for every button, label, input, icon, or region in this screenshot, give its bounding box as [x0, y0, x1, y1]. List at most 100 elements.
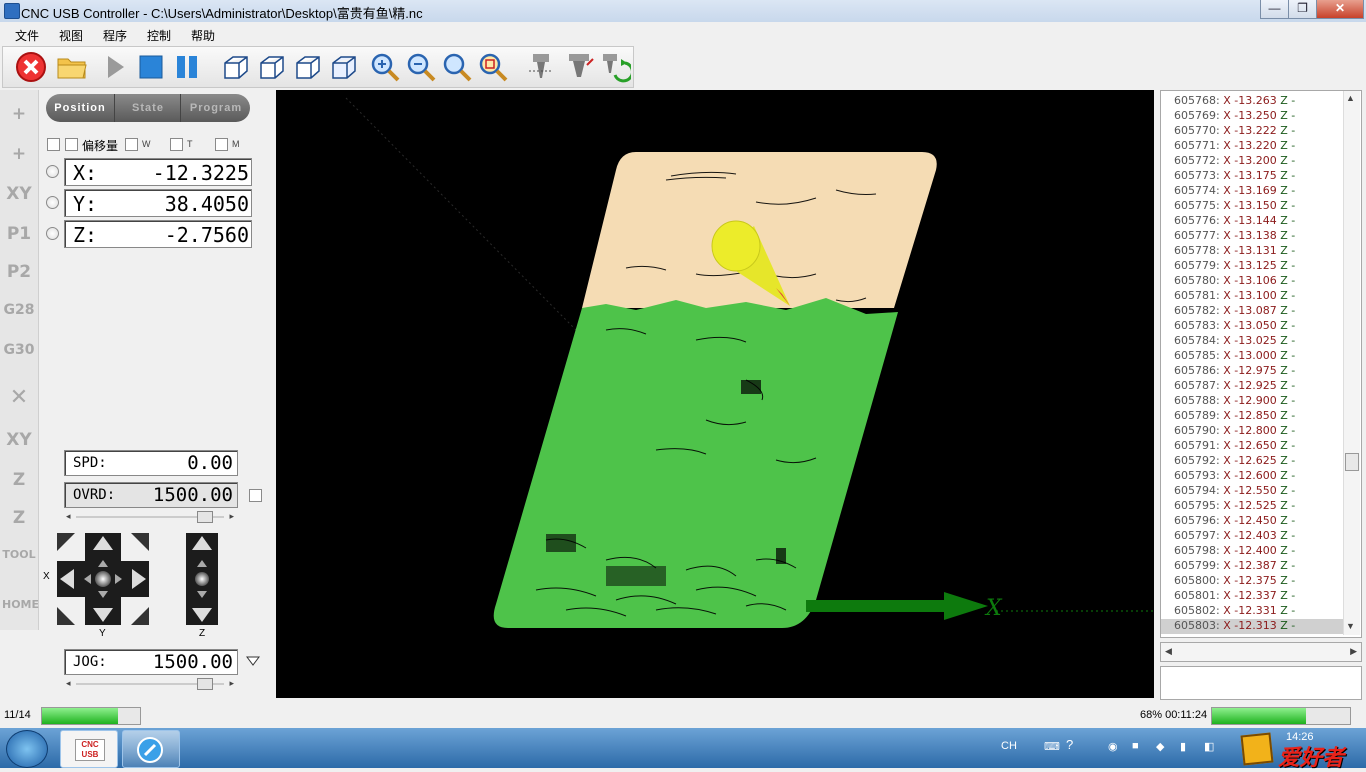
go-p2-button[interactable]: P2	[2, 262, 36, 282]
open-folder-icon[interactable]	[56, 51, 88, 83]
start-button[interactable]	[6, 730, 48, 768]
view-iso-icon[interactable]	[219, 51, 251, 83]
input-language[interactable]: CH	[1001, 740, 1017, 752]
g30-button[interactable]: G30	[2, 342, 36, 358]
gcode-line[interactable]: 605799: X -12.387 Z -	[1174, 559, 1295, 574]
gcode-line[interactable]: 605780: X -13.106 Z -	[1174, 274, 1295, 289]
tool-icon[interactable]	[563, 51, 595, 83]
jog-slider-thumb[interactable]	[196, 678, 213, 690]
go-zero-z-button[interactable]: Z	[2, 508, 36, 528]
gcode-line[interactable]: 605790: X -12.800 Z -	[1174, 424, 1295, 439]
override-field[interactable]: OVRD: 1500.00	[64, 482, 238, 508]
scroll-down-icon[interactable]: ▼	[1346, 621, 1355, 631]
gcode-line[interactable]: 605774: X -13.169 Z -	[1174, 184, 1295, 199]
gcode-line[interactable]: 605777: X -13.138 Z -	[1174, 229, 1295, 244]
gcode-line[interactable]: 605795: X -12.525 Z -	[1174, 499, 1295, 514]
jog-plus-button-2[interactable]: +	[2, 144, 36, 164]
gcode-line[interactable]: 605776: X -13.144 Z -	[1174, 214, 1295, 229]
gcode-line[interactable]: 605784: X -13.025 Z -	[1174, 334, 1295, 349]
hscroll-left-icon[interactable]: ◀	[1165, 646, 1172, 657]
cancel-move-button[interactable]: ✕	[2, 385, 36, 410]
gcode-line[interactable]: 605801: X -12.337 Z -	[1174, 589, 1295, 604]
override-slider[interactable]: ◂ ▸	[64, 511, 236, 523]
gcode-line[interactable]: 605792: X -12.625 Z -	[1174, 454, 1295, 469]
z-axis-radio[interactable]	[46, 227, 59, 240]
slider-right-arrow-icon[interactable]: ▸	[229, 511, 234, 522]
jog-z-pad[interactable]	[186, 533, 218, 625]
gcode-line[interactable]: 605785: X -13.000 Z -	[1174, 349, 1295, 364]
x-position-field[interactable]: X: -12.3225	[64, 158, 252, 186]
refresh-icon[interactable]	[599, 51, 631, 83]
gcode-line[interactable]: 605782: X -13.087 Z -	[1174, 304, 1295, 319]
z-position-field[interactable]: Z: -2.7560	[64, 220, 252, 248]
tray-network-icon[interactable]: ▮	[1180, 740, 1186, 753]
tray-shield-icon[interactable]: ◆	[1156, 740, 1164, 753]
minimize-button[interactable]: —	[1260, 0, 1289, 19]
gcode-line[interactable]: 605773: X -13.175 Z -	[1174, 169, 1295, 184]
spindle-speed-field[interactable]: SPD: 0.00	[64, 450, 238, 476]
stop-square-icon[interactable]	[135, 51, 167, 83]
gcode-line[interactable]: 605794: X -12.550 Z -	[1174, 484, 1295, 499]
taskbar-app-browser[interactable]	[122, 730, 180, 768]
title-bar[interactable]: CNC USB Controller - C:\Users\Administra…	[0, 0, 1366, 22]
go-p1-button[interactable]: P1	[2, 224, 36, 244]
y-position-field[interactable]: Y: 38.4050	[64, 189, 252, 217]
gcode-line[interactable]: 605796: X -12.450 Z -	[1174, 514, 1295, 529]
gcode-line[interactable]: 605786: X -12.975 Z -	[1174, 364, 1295, 379]
menu-control[interactable]: 控制	[147, 27, 171, 44]
close-button[interactable]: ✕	[1316, 0, 1364, 19]
gcode-horizontal-scrollbar[interactable]: ◀ ▶	[1160, 642, 1362, 662]
gcode-line[interactable]: 605797: X -12.403 Z -	[1174, 529, 1295, 544]
zoom-in-icon[interactable]	[369, 51, 401, 83]
gcode-line[interactable]: 605798: X -12.400 Z -	[1174, 544, 1295, 559]
gcode-line[interactable]: 605781: X -13.100 Z -	[1174, 289, 1295, 304]
gcode-line[interactable]: 605793: X -12.600 Z -	[1174, 469, 1295, 484]
jog-mode-dropdown-icon[interactable]	[246, 656, 260, 666]
tab-position[interactable]: Position	[46, 94, 114, 122]
jog-slider[interactable]: ◂ ▸	[64, 678, 236, 690]
gcode-line[interactable]: 605778: X -13.131 Z -	[1174, 244, 1295, 259]
zero-z-button[interactable]: Z	[2, 470, 36, 490]
stop-icon[interactable]	[15, 51, 47, 83]
scroll-thumb[interactable]	[1345, 453, 1359, 471]
gcode-line[interactable]: 605800: X -12.375 Z -	[1174, 574, 1295, 589]
tray-volume-icon[interactable]: ◧	[1204, 740, 1214, 753]
view-top-icon[interactable]	[327, 51, 359, 83]
taskbar-app-cnc[interactable]: CNC USB	[60, 730, 118, 768]
hscroll-right-icon[interactable]: ▶	[1350, 646, 1357, 657]
gcode-line[interactable]: 605791: X -12.650 Z -	[1174, 439, 1295, 454]
gcode-line[interactable]: 605783: X -13.050 Z -	[1174, 319, 1295, 334]
all-axes-checkbox[interactable]	[47, 138, 60, 151]
mdi-input[interactable]	[1160, 666, 1362, 700]
t-checkbox[interactable]	[170, 138, 183, 151]
gcode-line[interactable]: 605803: X -12.313 Z -	[1161, 619, 1348, 634]
gcode-line[interactable]: 605771: X -13.220 Z -	[1174, 139, 1295, 154]
tray-app-icon[interactable]: ■	[1132, 740, 1139, 752]
override-checkbox[interactable]	[249, 489, 262, 502]
gcode-line[interactable]: 605775: X -13.150 Z -	[1174, 199, 1295, 214]
tool-path-icon[interactable]	[525, 51, 557, 83]
g28-button[interactable]: G28	[2, 302, 36, 318]
offset-checkbox[interactable]	[65, 138, 78, 151]
tray-globe-icon[interactable]: ◉	[1108, 740, 1118, 753]
view-front-icon[interactable]	[255, 51, 287, 83]
home-button[interactable]: HOME	[2, 598, 39, 611]
gcode-line[interactable]: 605789: X -12.850 Z -	[1174, 409, 1295, 424]
tool-change-button[interactable]: TOOL	[2, 548, 36, 561]
y-axis-radio[interactable]	[46, 196, 59, 209]
jog-xy-pad[interactable]	[57, 533, 149, 625]
jog-slider-right-arrow-icon[interactable]: ▸	[229, 678, 234, 689]
gcode-line[interactable]: 605787: X -12.925 Z -	[1174, 379, 1295, 394]
gcode-line[interactable]: 605770: X -13.222 Z -	[1174, 124, 1295, 139]
tray-help-icon[interactable]: ?	[1066, 737, 1073, 752]
zoom-out-icon[interactable]	[405, 51, 437, 83]
play-icon[interactable]	[99, 51, 131, 83]
gcode-line[interactable]: 605769: X -13.250 Z -	[1174, 109, 1295, 124]
m-checkbox[interactable]	[215, 138, 228, 151]
slider-left-arrow-icon[interactable]: ◂	[66, 511, 71, 522]
menu-file[interactable]: 文件	[15, 27, 39, 44]
gcode-line[interactable]: 605772: X -13.200 Z -	[1174, 154, 1295, 169]
gcode-line[interactable]: 605802: X -12.331 Z -	[1174, 604, 1295, 619]
jog-plus-button[interactable]: +	[2, 104, 36, 124]
toolpath-viewport[interactable]	[276, 90, 1154, 698]
